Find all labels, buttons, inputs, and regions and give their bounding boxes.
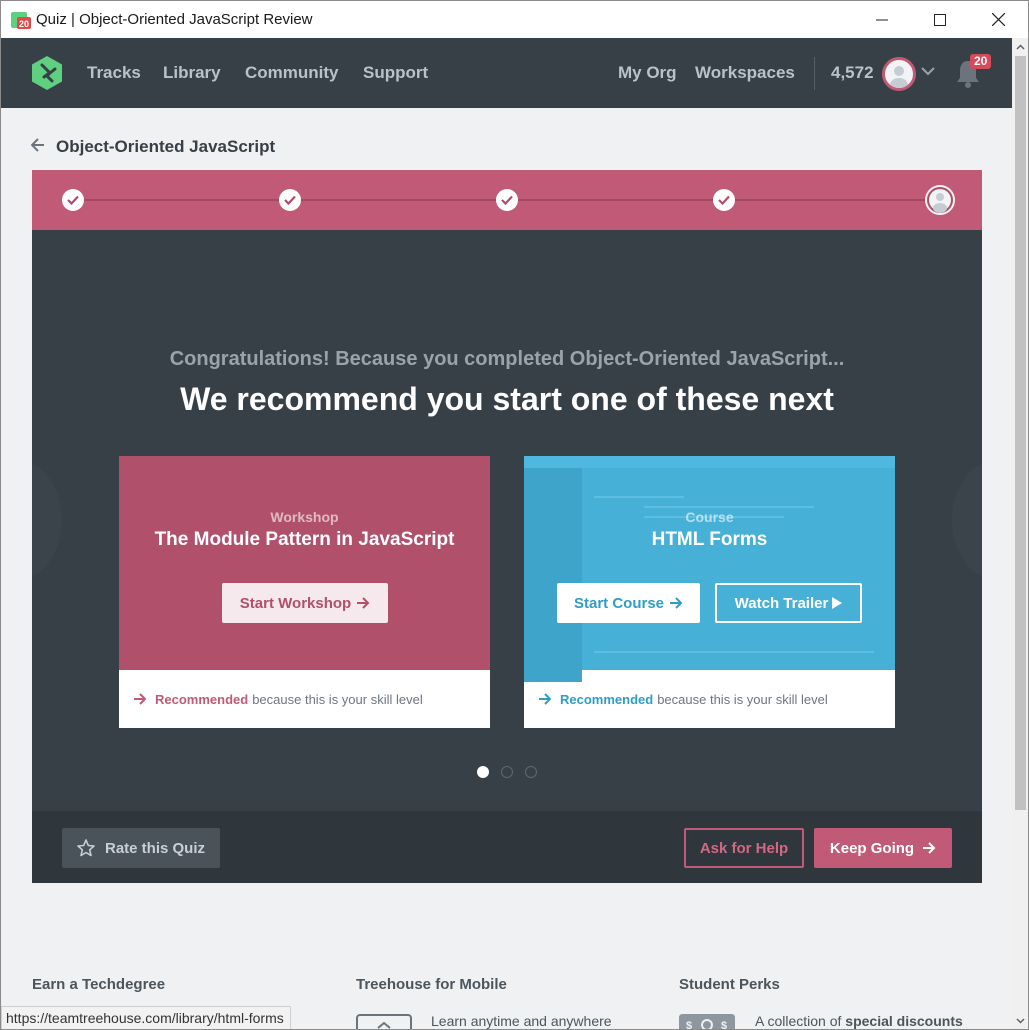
status-bar-url: https://teamtreehouse.com/library/html-f… — [1, 1006, 291, 1029]
recommendation-panel: Congratulations! Because you completed O… — [32, 230, 982, 883]
rate-quiz-button[interactable]: Rate this Quiz — [62, 828, 220, 868]
card-footer: Recommended because this is your skill l… — [524, 670, 895, 728]
arrow-right-icon — [134, 693, 147, 705]
svg-text:$: $ — [721, 1020, 727, 1030]
button-label: Start Course — [573, 594, 665, 612]
breadcrumb[interactable]: Object-Oriented JavaScript — [56, 137, 275, 157]
headline: We recommend you start one of these next — [180, 381, 834, 417]
recommended-label: Recommended — [560, 691, 654, 707]
nav-community[interactable]: Community — [245, 63, 339, 83]
maximize-button[interactable] — [911, 1, 969, 38]
ask-for-help-button[interactable]: Ask for Help — [684, 828, 804, 868]
perks-text-pre: A collection of — [755, 1013, 842, 1029]
recommended-reason: because this is your skill level — [657, 691, 828, 707]
footer-heading-perks[interactable]: Student Perks — [679, 976, 780, 993]
card-footer: Recommended because this is your skill l… — [119, 670, 490, 728]
recommended-reason: because this is your skill level — [252, 691, 423, 707]
card-kicker: Workshop — [270, 509, 339, 525]
nav-support[interactable]: Support — [363, 63, 428, 83]
screenshot-backdrop — [644, 506, 814, 508]
star-icon — [77, 839, 95, 857]
carousel-next[interactable] — [952, 460, 982, 580]
step-complete — [713, 189, 735, 211]
nav-my-org[interactable]: My Org — [618, 63, 677, 83]
points-count[interactable]: 4,572 — [831, 63, 874, 83]
check-icon — [501, 195, 513, 205]
perks-text-bold: special discounts — [845, 1013, 963, 1029]
button-label: Rate this Quiz — [105, 839, 206, 857]
carousel-dot[interactable] — [501, 766, 513, 778]
recommended-label: Recommended — [155, 691, 249, 707]
recommendation-card[interactable]: Workshop The Module Pattern in JavaScrip… — [119, 456, 490, 728]
check-icon — [718, 195, 730, 205]
svg-text:20: 20 — [19, 19, 29, 29]
recommendation-card[interactable]: Course HTML Forms Start Course Watch Tra… — [524, 456, 895, 728]
footer-mobile-text: Learn anytime and anywhere — [431, 1013, 612, 1029]
treehouse-20-icon: 20 — [11, 12, 31, 29]
treehouse-logo-icon[interactable] — [30, 55, 64, 91]
nav-library[interactable]: Library — [163, 63, 221, 83]
quiz-actions: Rate this Quiz Ask for Help Keep Going — [32, 811, 982, 883]
arrow-right-icon — [357, 597, 370, 609]
card-banner: Course HTML Forms Start Course Watch Tra… — [524, 456, 895, 682]
play-icon — [832, 597, 843, 609]
card-banner: Workshop The Module Pattern in JavaScrip… — [119, 456, 490, 670]
screenshot-backdrop — [594, 651, 874, 653]
step-complete — [496, 189, 518, 211]
top-nav: Tracks Library Community Support My Org … — [1, 38, 1012, 108]
close-button[interactable] — [969, 1, 1027, 38]
notification-badge: 20 — [970, 54, 992, 69]
arrow-right-icon — [923, 842, 936, 854]
scroll-down-icon[interactable] — [1012, 1012, 1028, 1029]
button-label: Watch Trailer — [734, 594, 829, 612]
start-course-button[interactable]: Start Course — [557, 583, 700, 623]
check-icon — [67, 195, 79, 205]
minimize-button[interactable] — [853, 1, 911, 38]
carousel-dot[interactable] — [525, 766, 537, 778]
user-icon — [929, 189, 951, 213]
button-label: Keep Going — [829, 839, 915, 857]
carousel-dot[interactable] — [477, 766, 489, 778]
screenshot-backdrop — [594, 496, 684, 498]
carousel-prev[interactable] — [32, 460, 62, 580]
window-title: Quiz | Object-Oriented JavaScript Review — [36, 11, 313, 28]
arrow-right-icon — [539, 693, 552, 705]
nav-workspaces[interactable]: Workspaces — [695, 63, 795, 83]
watch-trailer-button[interactable]: Watch Trailer — [715, 583, 862, 623]
step-current-avatar — [925, 185, 955, 215]
card-kicker: Course — [685, 509, 734, 525]
chevron-down-icon[interactable] — [921, 66, 935, 76]
card-title: HTML Forms — [651, 529, 768, 550]
scroll-up-icon[interactable] — [1012, 38, 1028, 55]
vertical-scrollbar[interactable] — [1012, 38, 1028, 1029]
keep-going-button[interactable]: Keep Going — [814, 828, 952, 868]
footer-heading-techdegree[interactable]: Earn a Techdegree — [32, 976, 165, 993]
screenshot-backdrop — [524, 468, 582, 682]
back-arrow-icon[interactable] — [31, 138, 45, 152]
step-complete — [279, 189, 301, 211]
carousel-pagination — [477, 766, 537, 778]
browser-window: 20 Quiz | Object-Oriented JavaScript Rev… — [0, 0, 1029, 1030]
check-icon — [284, 195, 296, 205]
quiz-progress — [32, 170, 982, 230]
screenshot-backdrop — [524, 456, 895, 468]
footer-perks-text: A collection of special discounts — [755, 1013, 963, 1029]
congrats-text: Congratulations! Because you completed O… — [169, 348, 845, 370]
step-complete — [62, 189, 84, 211]
nav-tracks[interactable]: Tracks — [87, 63, 141, 83]
card-title: The Module Pattern in JavaScript — [154, 529, 455, 550]
scrollbar-thumb[interactable] — [1015, 56, 1026, 810]
nav-divider — [814, 57, 815, 90]
title-bar: 20 Quiz | Object-Oriented JavaScript Rev… — [1, 1, 1028, 38]
avatar[interactable] — [882, 57, 916, 91]
footer-heading-mobile[interactable]: Treehouse for Mobile — [356, 976, 507, 993]
discount-card-icon: $ $ — [679, 1014, 735, 1030]
button-label: Start Workshop — [239, 594, 352, 612]
mobile-device-icon — [356, 1014, 412, 1029]
start-workshop-button[interactable]: Start Workshop — [222, 583, 388, 623]
arrow-right-icon — [670, 597, 683, 609]
svg-text:$: $ — [686, 1020, 692, 1030]
